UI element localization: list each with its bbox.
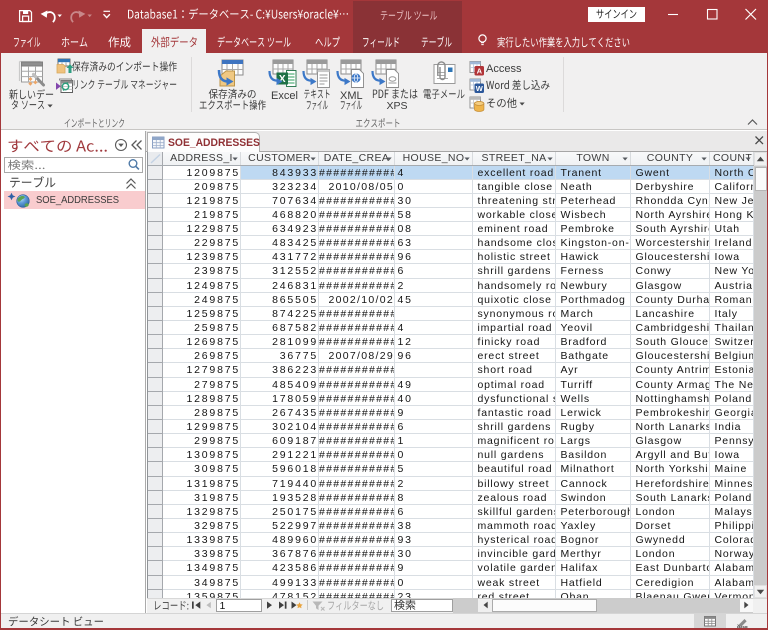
svg-text:A: A bbox=[477, 67, 483, 76]
svg-text:X: X bbox=[279, 74, 286, 85]
svg-text:W: W bbox=[476, 84, 484, 93]
